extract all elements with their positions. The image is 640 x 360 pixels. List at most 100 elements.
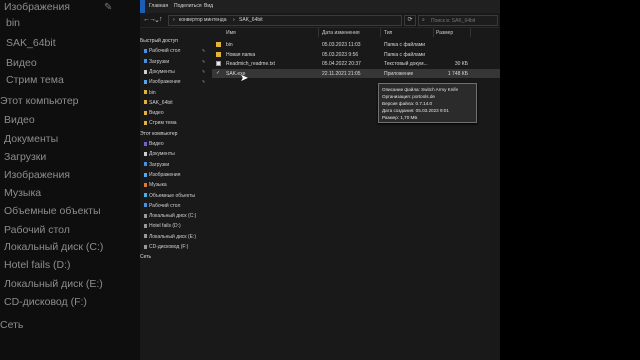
tab-view[interactable]: Вид [204,3,213,9]
column-divider[interactable] [470,28,471,37]
file-tab[interactable] [140,0,145,13]
tooltip-version: Версия файла: 0.7.14.0 [382,101,433,106]
folder-icon [144,151,147,156]
nav-item-label: Объемные объекты [149,192,195,199]
background-nav-label: SAK_64bit [6,37,56,49]
folder-icon [144,141,147,146]
file-row[interactable]: Новая папка 05.03.2023 9:56 Папка с файлам… [212,50,500,59]
folder-icon [144,90,147,95]
column-divider[interactable] [433,28,434,37]
tooltip-description: Описание файла: Switch Army Knife [382,87,459,92]
background-nav-label: Этот компьютер [0,95,79,107]
file-type: Приложение [384,70,414,77]
background-nav-label: CD-дисковод (F:) [4,296,87,308]
nav-quick-access[interactable]: Быстрый доступ [140,38,206,47]
search-input[interactable] [431,16,493,25]
nav-item-label: Документы [149,68,175,75]
text-file-icon [216,61,221,67]
nav-pc-item-0[interactable]: Видео [144,141,210,150]
nav-item-label: Локальный диск (C:) [149,213,197,220]
background-nav-label: Стрим тема [6,74,64,86]
nav-this-pc[interactable]: Этот компьютер [140,131,206,140]
refresh-button[interactable]: ⟳ [404,15,416,26]
folder-icon [144,234,147,239]
nav-pc-item-3[interactable]: Изображения [144,172,210,181]
file-row[interactable]: ✓ SAK.exe 22.11.2021 21:05 Приложение 1 748 … [212,68,500,78]
nav-item-0[interactable]: Рабочий стол ✎ [144,48,210,57]
file-list: Имя Дата изменения Тип Размер bin 05.03.2… [212,28,500,360]
nav-item-1[interactable]: Загрузки ✎ [144,59,210,68]
right-letterbox [500,0,640,360]
background-nav-label: Загрузки [4,151,47,163]
nav-pc-item-7[interactable]: Локальный диск (C:) [144,213,210,222]
nav-item-label: Быстрый доступ [140,38,178,44]
address-bar[interactable]: › конвертор минтенда › SAK_64bit [168,15,402,26]
breadcrumb-folder[interactable]: конвертор минтенда [179,17,227,23]
background-nav-label: Локальный диск (C:) [4,241,104,253]
folder-icon [216,51,221,57]
file-type: Текстовый докум... [384,61,428,68]
nav-item-label: Этот компьютер [140,130,178,137]
nav-item-label: Стрим тема [149,120,177,127]
nav-item-7[interactable]: Стрим тема [144,120,210,129]
column-type[interactable]: Тип [384,30,392,36]
background-nav-label: bin [6,17,21,29]
nav-item-label: Документы [149,151,175,158]
background-nav-label: Сеть [0,319,24,331]
nav-item-6[interactable]: Видео [144,110,210,119]
nav-item-4[interactable]: bin [144,90,210,99]
background-nav-label: Объемные объекты [4,205,101,217]
background-explorer-zoomed: ✎ Изображения bin SAK_64bit Видео Стрим тема… [0,0,140,360]
folder-icon [144,59,147,64]
nav-item-2[interactable]: Документы ✎ [144,69,210,78]
tab-home[interactable]: Главная [149,3,168,9]
application-icon: ✓ [216,69,221,76]
pin-icon: ✎ [202,68,206,74]
column-divider[interactable] [380,28,381,37]
nav-item-label: Видео [149,141,164,147]
pin-icon: ✎ [104,2,113,13]
column-divider[interactable] [318,28,319,37]
nav-pc-item-9[interactable]: Локальный диск (E:) [144,234,210,243]
nav-pc-item-6[interactable]: Рабочий стол [144,203,210,212]
breadcrumb-current[interactable]: SAK_64bit [239,17,263,23]
file-row[interactable]: Readmich_readme.txt 05.04.2022 20:37 Текст… [212,59,500,68]
tab-share[interactable]: Поделиться [174,3,202,9]
column-size[interactable]: Размер [436,30,453,36]
file-row[interactable]: bin 05.03.2023 11:03 Папка с файлами [212,40,500,49]
nav-pc-item-5[interactable]: Объемные объекты [144,193,210,202]
nav-item-label: Рабочий стол [149,48,181,55]
column-name[interactable]: Имя [226,30,236,36]
background-nav-label: Документы [4,133,59,145]
file-size: 1 748 КБ [447,70,468,77]
nav-pc-item-10[interactable]: CD-дисковод (F:) [144,244,210,253]
search-icon: ⌕ [422,17,425,23]
background-nav-label: Видео [4,114,35,126]
file-name: Новая папка [226,51,256,58]
search-box[interactable]: ⌕ [418,15,498,26]
file-name: Readmich_readme.txt [226,61,275,68]
file-date: 05.03.2023 11:03 [322,42,361,48]
folder-icon [216,42,221,47]
nav-pc-item-4[interactable]: Музыка [144,182,210,191]
crumb-separator: › [233,17,235,23]
background-nav-label: Музыка [4,187,42,199]
background-nav-label: Видео [6,57,37,69]
nav-pc-item-1[interactable]: Документы [144,151,210,160]
nav-item-5[interactable]: SAK_64bit [144,100,210,109]
file-size: 30 КБ [454,61,468,68]
background-nav-label: Рабочий стол [4,224,70,236]
nav-item-3[interactable]: Изображения ✎ [144,79,210,88]
background-nav-label: Hotel fails (D:) [4,259,71,271]
background-nav-label: Локальный диск (E:) [4,278,103,290]
pin-icon: ✎ [202,79,206,85]
address-toolbar: ← → ⌄ ↑ › конвертор минтенда › SAK_64bit… [140,13,500,28]
folder-icon [144,193,147,198]
folder-icon [144,121,147,126]
up-button[interactable]: ↑ [159,16,163,23]
nav-pc-item-8[interactable]: Hotel fails (D:) [144,223,210,232]
nav-pc-item-2[interactable]: Загрузки [144,162,210,171]
nav-network[interactable]: Сеть [140,254,206,263]
column-date[interactable]: Дата изменения [322,30,360,36]
tooltip-size: Размер: 1,70 МБ [382,115,418,120]
